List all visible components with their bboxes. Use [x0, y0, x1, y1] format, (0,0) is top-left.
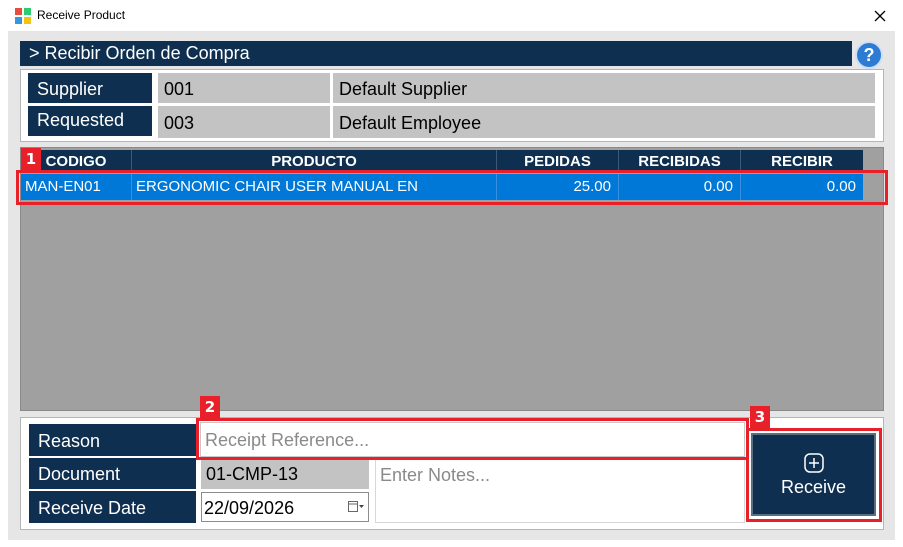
column-header-recibir[interactable]: RECIBIR: [741, 150, 863, 172]
receive-date-label: Receive Date: [29, 491, 196, 523]
close-icon: [874, 10, 886, 21]
annotation-number-1: 1: [21, 148, 41, 170]
annotation-box-1: [16, 170, 888, 205]
column-header-pedidas[interactable]: PEDIDAS: [497, 150, 619, 172]
annotation-box-3: [746, 428, 882, 522]
supplier-code-value: 001: [158, 73, 330, 103]
notes-textarea[interactable]: Enter Notes...: [375, 459, 745, 523]
document-value: 01-CMP-13: [201, 459, 369, 489]
employee-code-value: 003: [158, 106, 330, 138]
column-header-producto[interactable]: PRODUCTO: [132, 150, 497, 172]
annotation-number-3: 3: [750, 406, 770, 428]
page-title: > Recibir Orden de Compra: [20, 41, 852, 66]
column-header-recibidas[interactable]: RECIBIDAS: [619, 150, 741, 172]
grid-header: CODIGO PRODUCTO PEDIDAS RECIBIDAS RECIBI…: [21, 150, 863, 172]
reason-label: Reason: [29, 424, 196, 456]
close-button[interactable]: [857, 0, 903, 31]
receive-date-picker[interactable]: 22/09/2026: [201, 492, 369, 522]
supplier-name-value: Default Supplier: [333, 73, 875, 103]
help-button[interactable]: ?: [855, 41, 883, 69]
app-logo-icon: [15, 8, 31, 24]
employee-name-value: Default Employee: [333, 106, 875, 138]
annotation-box-2: [196, 418, 749, 460]
annotation-number-2: 2: [200, 396, 220, 418]
requested-label: Requested: [28, 106, 152, 136]
receive-date-value: 22/09/2026: [204, 498, 295, 518]
calendar-dropdown-icon[interactable]: [348, 501, 364, 513]
supplier-label: Supplier: [28, 73, 152, 103]
window-title: Receive Product: [37, 8, 126, 22]
document-label: Document: [29, 458, 196, 489]
title-bar: Receive Product: [0, 0, 903, 31]
